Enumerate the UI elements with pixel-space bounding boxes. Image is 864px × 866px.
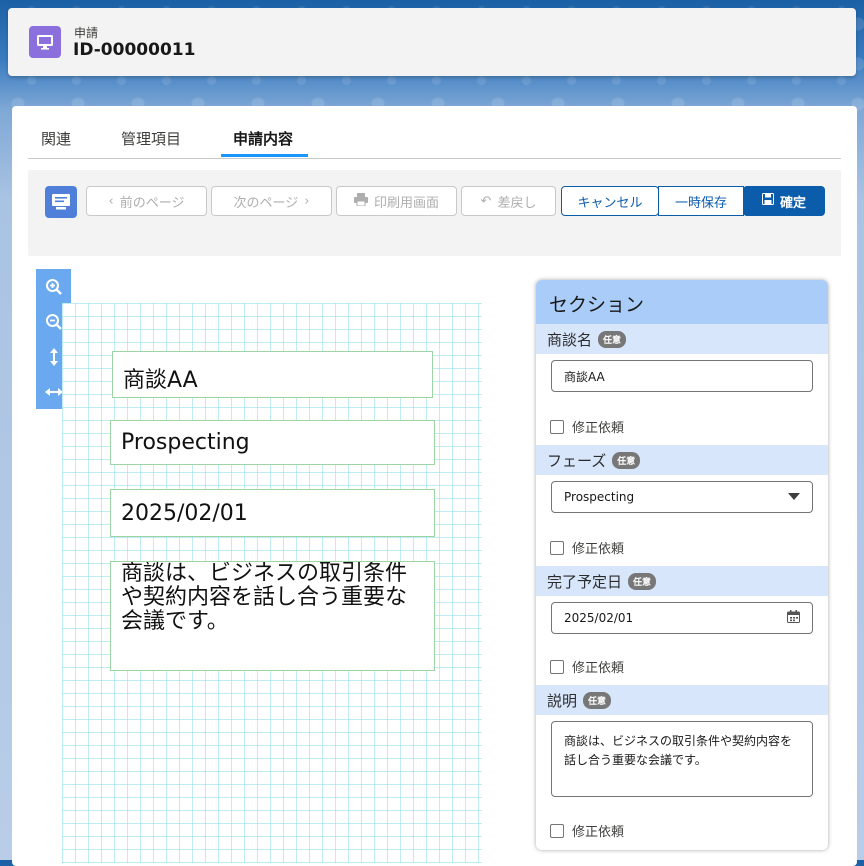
correction-label: 修正依頼 (572, 542, 625, 557)
close-date-label: 完了予定日 (547, 572, 623, 591)
checkbox[interactable] (550, 823, 564, 838)
object-type-label: 申請 (74, 26, 99, 40)
canvas-close-date[interactable]: 2025/02/01 (110, 489, 435, 537)
print-label: 印刷用画面 (373, 195, 439, 211)
printer-icon (353, 192, 368, 210)
prev-page-button[interactable]: ‹ 前のページ (86, 186, 207, 216)
active-tab-indicator (221, 154, 308, 157)
optional-badge: 任意 (628, 572, 657, 590)
calendar-icon (787, 610, 800, 626)
description-label: 説明 (547, 691, 578, 710)
tab-related[interactable]: 関連 (41, 128, 71, 149)
close-date-input[interactable]: 2025/02/01 (551, 602, 813, 634)
record-title: ID-00000011 (73, 40, 196, 60)
confirm-button[interactable]: 確定 (743, 186, 825, 216)
checkbox[interactable] (550, 659, 564, 674)
next-page-button[interactable]: 次のページ › (211, 186, 332, 216)
toolbar: ‹ 前のページ 次のページ › 印刷用画面 ↶ 差戻し キャンセル 一時保存 確… (28, 170, 841, 256)
prev-page-label: 前のページ (119, 195, 185, 211)
send-back-button[interactable]: ↶ 差戻し (461, 186, 556, 216)
close-date-value: 2025/02/01 (564, 611, 634, 625)
chevron-right-icon: › (304, 193, 310, 209)
tab-management[interactable]: 管理項目 (121, 128, 181, 149)
opportunity-name-correction[interactable]: 修正依頼 (550, 417, 624, 436)
canvas-opportunity-name[interactable]: 商談AA (112, 351, 433, 398)
opportunity-name-label: 商談名 (547, 330, 593, 349)
section-panel: セクション 商談名 任意 商談AA 修正依頼 フェーズ 任意 Prospecti… (536, 280, 828, 850)
checkbox[interactable] (550, 540, 564, 555)
monitor-icon (29, 26, 61, 58)
print-button[interactable]: 印刷用画面 (336, 186, 457, 216)
phase-correction[interactable]: 修正依頼 (550, 538, 624, 557)
opportunity-name-input[interactable]: 商談AA (551, 360, 813, 392)
cancel-button[interactable]: キャンセル (561, 186, 659, 216)
phase-value: Prospecting (564, 490, 635, 504)
opportunity-name-label-row: 商談名 任意 (536, 324, 828, 354)
close-date-correction[interactable]: 修正依頼 (550, 657, 624, 676)
close-date-label-row: 完了予定日 任意 (536, 566, 828, 596)
caret-down-icon (788, 490, 800, 504)
form-canvas: 商談AA Prospecting 2025/02/01 商談は、ビジネスの取引条… (62, 303, 482, 863)
optional-badge: 任意 (612, 451, 641, 469)
phase-select[interactable]: Prospecting (551, 481, 813, 513)
tab-application-content[interactable]: 申請内容 (233, 128, 293, 149)
next-page-label: 次のページ (233, 195, 299, 211)
form-icon (45, 186, 77, 218)
save-icon (761, 193, 774, 209)
correction-label: 修正依頼 (572, 825, 625, 840)
record-header: 申請 ID-00000011 (8, 8, 856, 76)
canvas-description[interactable]: 商談は、ビジネスの取引条件や契約内容を話し合う重要な会議です。 (110, 561, 435, 671)
optional-badge: 任意 (598, 330, 627, 348)
chevron-left-icon: ‹ (108, 193, 114, 209)
canvas-phase[interactable]: Prospecting (110, 420, 435, 465)
description-correction[interactable]: 修正依頼 (550, 821, 624, 840)
phase-label-row: フェーズ 任意 (536, 445, 828, 475)
checkbox[interactable] (550, 419, 564, 434)
main-card: 関連 管理項目 申請内容 ‹ 前のページ 次のページ › 印刷用画面 ↶ 差戻し… (12, 106, 857, 866)
correction-label: 修正依頼 (572, 661, 625, 676)
zoom-in-icon[interactable] (36, 269, 71, 304)
confirm-label: 確定 (779, 195, 806, 211)
phase-label: フェーズ (547, 451, 607, 470)
temp-save-button[interactable]: 一時保存 (658, 186, 744, 216)
send-back-label: 差戻し (497, 195, 537, 211)
optional-badge: 任意 (583, 691, 612, 709)
section-title: セクション (536, 280, 828, 324)
undo-icon: ↶ (480, 193, 492, 209)
description-textarea[interactable]: 商談は、ビジネスの取引条件や契約内容を話し合う重要な会議です。 (551, 721, 813, 797)
tab-bar: 関連 管理項目 申請内容 (28, 106, 841, 159)
correction-label: 修正依頼 (572, 421, 625, 436)
description-label-row: 説明 任意 (536, 685, 828, 715)
